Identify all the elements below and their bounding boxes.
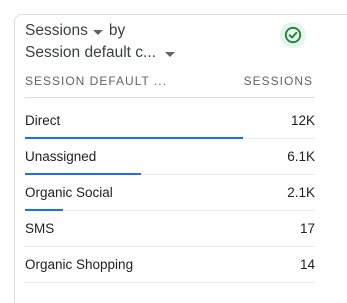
- title-by-text: by: [108, 22, 126, 39]
- caret-down-icon: [164, 51, 175, 57]
- table-row[interactable]: Unassigned 6.1K: [25, 139, 315, 175]
- metric-label: Sessions: [25, 22, 88, 39]
- row-label: SMS: [25, 221, 55, 236]
- row-value: 14: [299, 257, 315, 272]
- table-row[interactable]: Organic Social 2.1K: [25, 175, 315, 211]
- dimension-column-header[interactable]: SESSION DEFAULT ...: [25, 74, 167, 88]
- row-bar-track: [25, 282, 315, 283]
- table-row[interactable]: Organic Shopping 14: [25, 247, 315, 283]
- row-value: 2.1K: [287, 185, 315, 200]
- row-value: 6.1K: [287, 149, 315, 164]
- check-circle-icon[interactable]: [280, 22, 306, 48]
- card-title: Sessions by Session default c...: [25, 20, 255, 64]
- row-label: Organic Social: [25, 185, 113, 200]
- metric-selector[interactable]: Sessions: [25, 20, 109, 42]
- dimension-label: Session default c...: [25, 44, 156, 61]
- check-circle-glyph: [284, 26, 302, 44]
- row-label: Unassigned: [25, 149, 97, 164]
- table-row[interactable]: SMS 17: [25, 211, 315, 247]
- row-label: Organic Shopping: [25, 257, 134, 272]
- dimension-selector[interactable]: Session default c...: [25, 42, 181, 64]
- row-label: Direct: [25, 113, 61, 128]
- table-row[interactable]: Direct 12K: [25, 103, 315, 139]
- row-value: 12K: [290, 113, 315, 128]
- caret-down-icon: [92, 29, 103, 35]
- canvas: Sessions by Session default c... SESSION…: [0, 0, 347, 303]
- header-divider: [25, 97, 315, 98]
- row-value: 17: [299, 221, 315, 236]
- sessions-column-header[interactable]: SESSIONS: [244, 74, 313, 88]
